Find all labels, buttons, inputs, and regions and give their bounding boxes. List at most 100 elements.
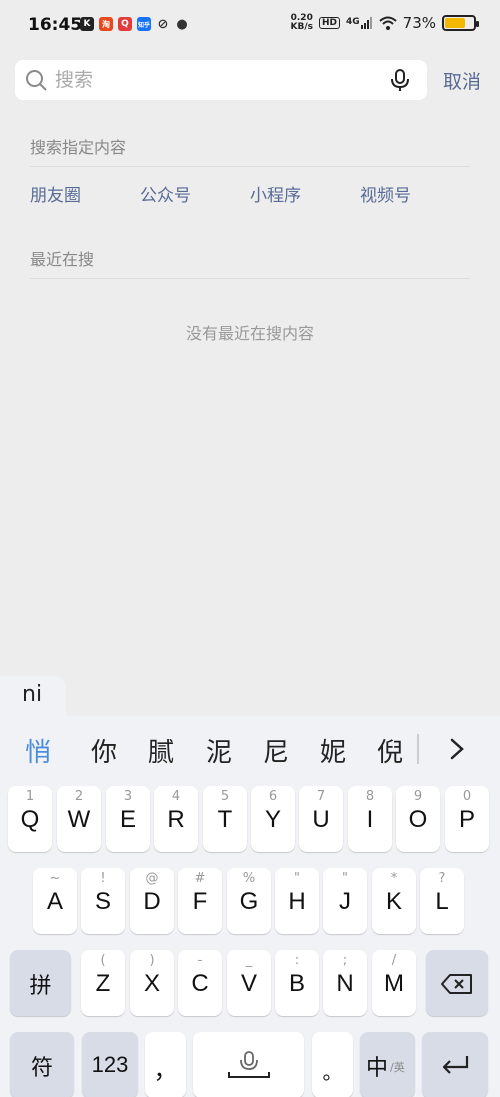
key-sub-label: # (194, 871, 206, 886)
pinyin-text: ni (22, 682, 43, 707)
key-label: A (46, 888, 63, 915)
key-r[interactable]: 4R (154, 786, 198, 852)
enter-key[interactable] (422, 1032, 488, 1097)
key-h[interactable]: " H (275, 868, 319, 934)
key-label: P (458, 806, 475, 833)
divider (30, 278, 470, 279)
key-t[interactable]: 5T (203, 786, 247, 852)
notification-icons: K 淘 Q 知乎 ⊘ ● (80, 16, 189, 32)
key-sub-label: ~ (49, 871, 61, 886)
key-sub-label: % (242, 871, 256, 886)
key-label: K (385, 888, 402, 915)
key-label: Y (264, 806, 281, 833)
search-type-channels[interactable]: 视频号 (360, 181, 411, 206)
key-label: L (435, 888, 449, 915)
key-sub-label: ; (342, 953, 348, 968)
key-i[interactable]: 8I (348, 786, 392, 852)
link-app-icon: ⊘ (157, 16, 169, 32)
battery-fill (445, 18, 466, 28)
key-label: Q (20, 806, 40, 833)
key-p[interactable]: 0P (445, 786, 489, 852)
key-u[interactable]: 7U (299, 786, 343, 852)
key-q[interactable]: 1Q (8, 786, 52, 852)
symbol-key[interactable]: 符 (10, 1032, 74, 1097)
key-a[interactable]: ~ A (33, 868, 77, 934)
key-w[interactable]: 2W (57, 786, 101, 852)
key-f[interactable]: # F (178, 868, 222, 934)
candidate-item[interactable]: 尼 (263, 732, 289, 769)
key-label: F (192, 888, 208, 915)
language-switch-key[interactable]: 中 /英 (360, 1032, 415, 1097)
key-x[interactable]: ) X (130, 950, 174, 1016)
key-label: J (339, 888, 351, 915)
key-label: I (366, 806, 374, 833)
key-k[interactable]: * K (372, 868, 416, 934)
key-j[interactable]: " J (323, 868, 367, 934)
key-s[interactable]: ! S (81, 868, 125, 934)
search-type-official-accounts[interactable]: 公众号 (140, 181, 191, 206)
number-key[interactable]: 123 (82, 1032, 138, 1097)
backspace-key[interactable] (426, 950, 488, 1016)
key-sub-label: 6 (268, 789, 278, 804)
key-label: M (384, 970, 404, 997)
key-label: E (119, 806, 136, 833)
candidate-item[interactable]: 泥 (206, 732, 232, 769)
key-z[interactable]: (Z (81, 950, 125, 1016)
key-label: V (240, 970, 257, 997)
search-type-mini-programs[interactable]: 小程序 (250, 181, 301, 206)
key-m[interactable]: / M (372, 950, 416, 1016)
key-e[interactable]: 3E (106, 786, 150, 852)
key-y[interactable]: 6Y (251, 786, 295, 852)
candidate-item[interactable]: 腻 (148, 732, 174, 769)
key-sub-label: /英 (390, 1061, 405, 1074)
key-c[interactable]: -C (178, 950, 222, 1016)
pinyin-composition: ni (0, 676, 66, 718)
candidate-item[interactable]: 妮 (320, 732, 346, 769)
pinyin-mode-key[interactable]: 拼 (10, 950, 71, 1016)
key-d[interactable]: @ D (130, 868, 174, 934)
key-sub-label: / (391, 953, 397, 968)
key-label: H (288, 888, 306, 915)
candidate-item[interactable]: 你 (91, 732, 117, 769)
network-speed-unit: KB/s (290, 22, 313, 32)
key-label: C (191, 970, 209, 997)
search-box[interactable] (15, 60, 427, 100)
recent-search-title: 最近在搜 (30, 250, 95, 269)
search-type-moments[interactable]: 朋友圈 (30, 181, 81, 206)
key-o[interactable]: 9O (396, 786, 440, 852)
key-sub-label: : (294, 953, 300, 968)
key-sub-label: * (390, 871, 398, 886)
key-v[interactable]: _ V (227, 950, 271, 1016)
key-b[interactable]: :B (275, 950, 319, 1016)
wifi-icon (378, 16, 397, 30)
key-l[interactable]: ? L (420, 868, 464, 934)
comma-key[interactable]: ， (145, 1032, 186, 1097)
key-label: G (239, 888, 259, 915)
space-key[interactable] (193, 1032, 304, 1097)
microphone-icon[interactable] (389, 68, 411, 92)
status-time: 16:45 (28, 15, 83, 35)
candidate-item[interactable]: 倪 (377, 732, 403, 769)
key-label: ， (153, 1057, 178, 1084)
key-sub-label: 7 (316, 789, 326, 804)
key-label: 中 (366, 1056, 389, 1081)
key-g[interactable]: % G (227, 868, 271, 934)
chevron-right-icon[interactable] (447, 734, 467, 764)
key-label: 拼 (29, 974, 52, 999)
key-label: B (288, 970, 305, 997)
key-sub-label: ! (100, 871, 106, 886)
status-bar: 16:45 K 淘 Q 知乎 ⊘ ● 0.20 KB/s HD 4G 73% (0, 0, 500, 52)
period-key[interactable]: 。 (312, 1032, 353, 1097)
candidate-item[interactable]: 悄 (25, 732, 51, 769)
key-n[interactable]: ; N (323, 950, 367, 1016)
candidate-bar: 悄 你 腻 泥 尼 妮 倪 (0, 716, 500, 782)
cancel-button[interactable]: 取消 (443, 67, 481, 94)
search-type-list: 朋友圈 公众号 小程序 视频号 (30, 181, 470, 206)
key-sub-label: ) (149, 953, 155, 968)
signal-label: 4G (346, 17, 360, 27)
specified-content-title: 搜索指定内容 (30, 138, 127, 157)
candidate-separator (417, 734, 419, 764)
search-input[interactable] (55, 60, 375, 100)
key-label: T (217, 806, 233, 833)
q-app-icon: Q (118, 17, 132, 31)
